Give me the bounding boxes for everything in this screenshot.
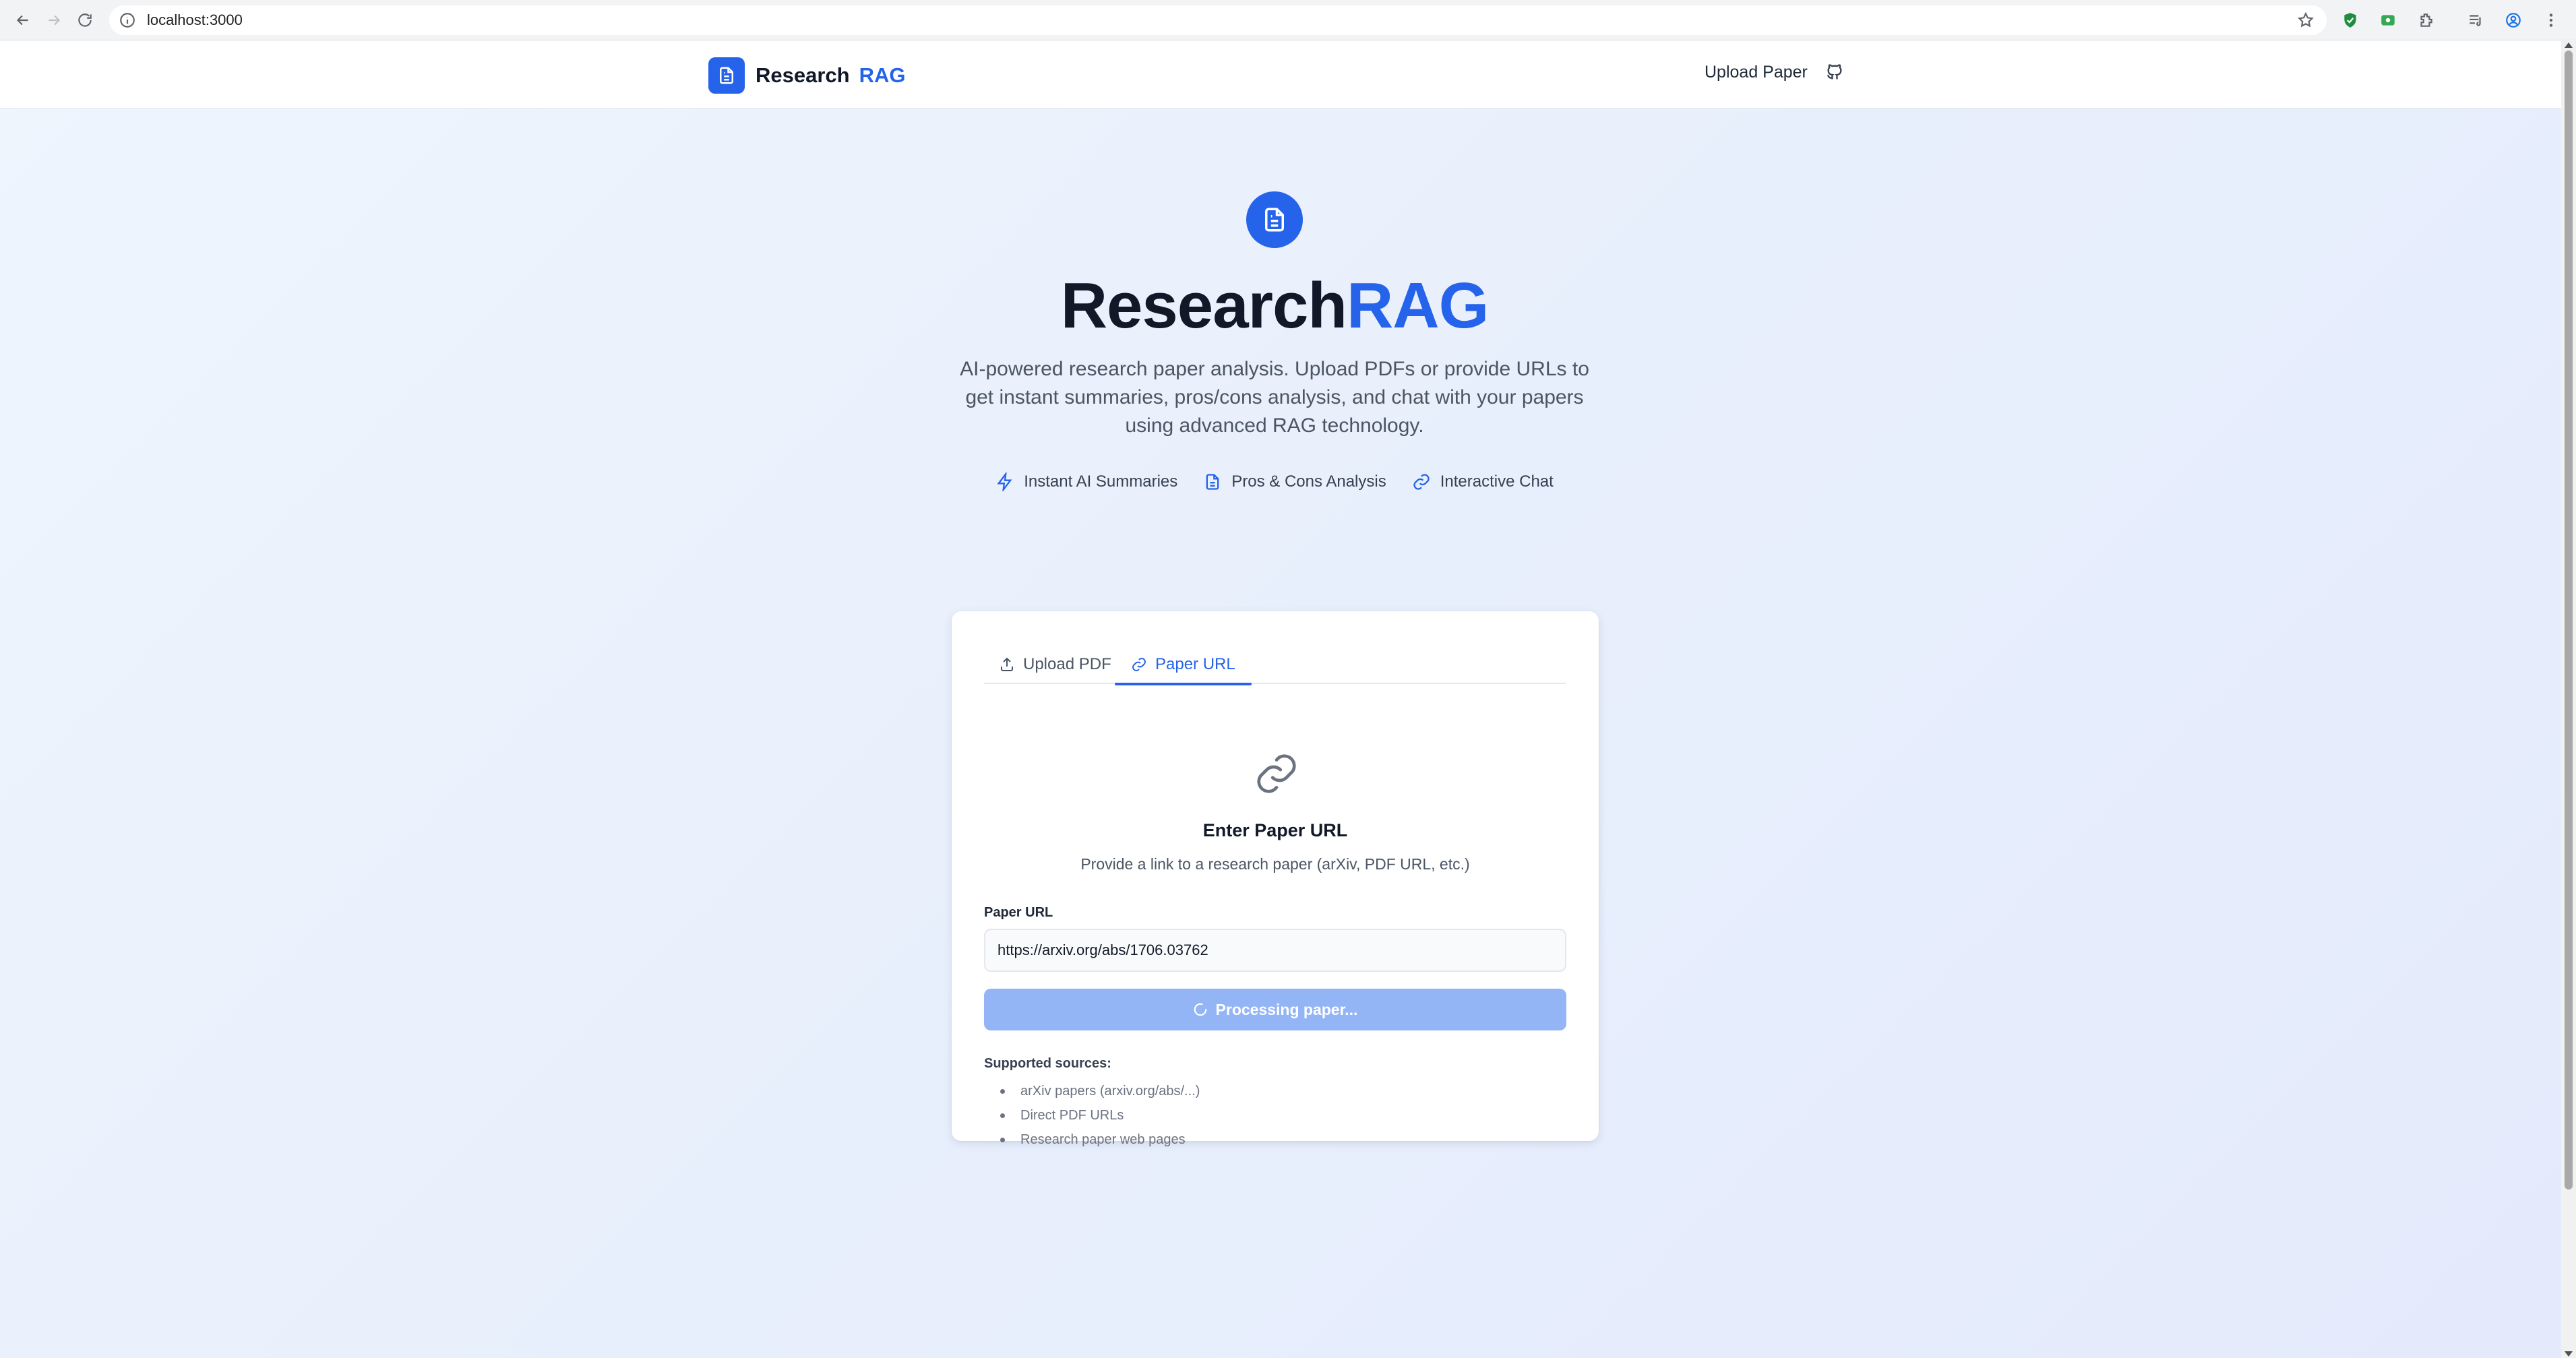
github-icon[interactable] [1824,61,1845,83]
sources-list: arXiv papers (arxiv.org/abs/...) Direct … [984,1079,1200,1152]
tab-label: Paper URL [1155,655,1235,673]
scroll-down-arrow-icon[interactable] [2565,1351,2573,1357]
address-bar[interactable]: localhost:3000 [109,5,2327,35]
feature-list: Instant AI Summaries Pros & Cons Analysi… [0,472,2549,491]
tab-paper-url[interactable]: Paper URL [1115,645,1252,685]
media-control-icon[interactable] [2464,7,2487,34]
link-icon [1413,474,1430,490]
back-arrow-icon[interactable] [9,7,36,34]
feature-label: Pros & Cons Analysis [1231,472,1386,491]
process-paper-button[interactable]: Processing paper... [984,989,1566,1030]
brand-name: Research [756,63,850,87]
tab-upload-pdf[interactable]: Upload PDF [999,645,1111,684]
hero-title-accent: RAG [1346,270,1489,342]
tab-label: Upload PDF [1023,655,1111,673]
green-extension-icon[interactable] [2376,7,2399,34]
list-item: arXiv papers (arxiv.org/abs/...) [984,1079,1200,1103]
sources-title: Supported sources: [984,1056,1111,1071]
feature-item: Interactive Chat [1412,472,1554,491]
link-icon [1257,754,1296,793]
reload-icon[interactable] [71,7,98,34]
input-tabs: Upload PDF Paper URL [984,645,1566,685]
feature-label: Instant AI Summaries [1024,472,1178,491]
site-header: Research RAG Upload Paper [0,41,2561,109]
feature-item: Pros & Cons Analysis [1203,472,1386,491]
link-icon [1132,658,1146,671]
list-item: Research paper web pages [984,1128,1200,1152]
profile-icon[interactable] [2502,7,2525,34]
hero-document-icon [1246,191,1303,248]
list-item: Direct PDF URLs [984,1103,1200,1128]
page-scrollbar[interactable] [2561,41,2576,1358]
brand-home-link[interactable]: Research RAG [708,57,905,94]
shield-extension-icon[interactable] [2339,7,2362,34]
document-icon [708,57,745,94]
hero-title-main: Research [1060,270,1347,342]
site-info-icon[interactable] [119,11,136,29]
upload-icon [1001,657,1013,671]
feature-item: Instant AI Summaries [995,472,1177,491]
page-viewport: Research RAG Upload Paper ResearchRAG AI… [0,41,2561,1358]
scrollbar-thumb[interactable] [2565,51,2573,1190]
paper-url-label: Paper URL [984,905,1053,920]
lightning-icon [997,472,1012,491]
url-text[interactable]: localhost:3000 [147,11,243,29]
paper-url-input[interactable] [984,929,1566,972]
header-nav: Upload Paper [1705,61,1845,83]
more-menu-icon[interactable] [2540,7,2563,34]
document-icon [1206,474,1219,490]
hero-description: AI-powered research paper analysis. Uplo… [960,358,1589,437]
bookmark-star-icon[interactable] [2297,11,2314,29]
hero-title: ResearchRAG [0,269,2549,343]
puzzle-extensions-icon[interactable] [2414,7,2437,34]
card-subtitle: Provide a link to a research paper (arXi… [1080,855,1470,873]
feature-label: Interactive Chat [1440,472,1554,491]
forward-arrow-icon[interactable] [40,7,67,34]
scroll-up-arrow-icon[interactable] [2565,42,2573,48]
upload-paper-link[interactable]: Upload Paper [1705,63,1808,82]
card-title: Enter Paper URL [1202,820,1348,840]
browser-toolbar: localhost:3000 [0,0,2576,40]
brand-name-accent: RAG [859,63,906,87]
spinner-icon [1194,1003,1206,1016]
paper-input-card: Upload PDF Paper URL Enter Paper URL Pro… [952,611,1599,1147]
button-label: Processing paper... [1215,1000,1358,1018]
